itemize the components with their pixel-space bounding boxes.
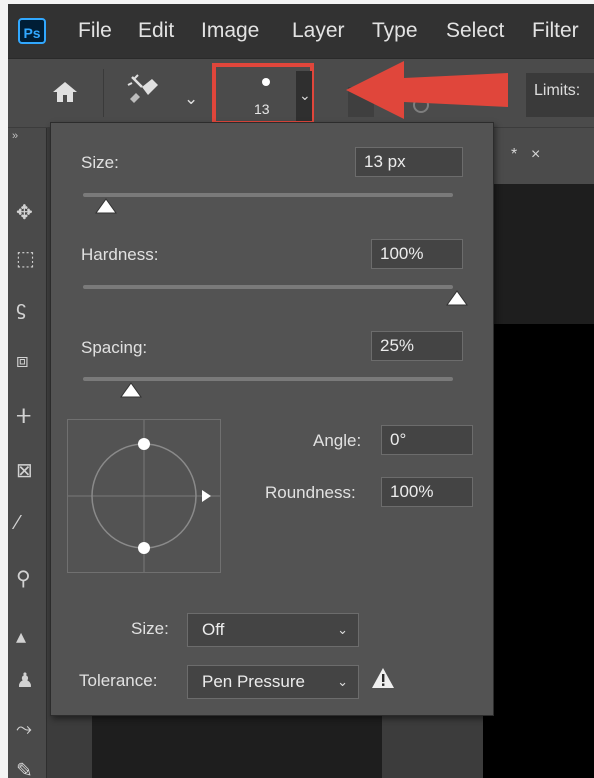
move-tool-icon[interactable]: ✥ — [16, 200, 33, 225]
roundness-label: Roundness: — [265, 483, 356, 502]
menu-select[interactable]: Select — [446, 19, 504, 43]
tools-panel: » ✥ ⬚ ϛ ⧈ ⵜ ⊠ ⁄ ⚲ ▴ ♟ ⤳ ✎ — [8, 128, 47, 778]
angle-label: Angle: — [313, 431, 362, 450]
eyedropper-tool-icon[interactable]: ⁄ — [16, 512, 19, 535]
hardness-slider-track[interactable] — [83, 285, 453, 289]
warning-icon[interactable] — [371, 667, 395, 694]
limits-label: Limits: — [534, 82, 581, 99]
photoshop-logo-icon: Ps — [18, 18, 46, 44]
brush-tip-shape-dial[interactable] — [67, 419, 221, 573]
brush-tool-icon[interactable] — [126, 73, 166, 116]
photoshop-window: Ps File Edit Image Layer Type Select Fil… — [8, 4, 594, 778]
preset-dropdown-toggle[interactable]: ⌄ — [296, 71, 312, 121]
brush-preset-picker[interactable]: 13 ⌄ — [212, 63, 314, 125]
chevron-down-icon: ⌄ — [299, 87, 311, 103]
size-field[interactable]: 13 px — [355, 147, 463, 177]
collapse-panel-icon[interactable]: » — [12, 130, 18, 142]
tolerance-select[interactable]: Pen Pressure ⌄ — [187, 665, 359, 699]
brush-tip-preview — [262, 78, 270, 86]
menu-image[interactable]: Image — [201, 19, 259, 43]
spacing-label: Spacing: — [81, 338, 148, 357]
hardness-field[interactable]: 100% — [371, 239, 463, 269]
brush-settings-panel: Size: 13 px Hardness: 100% Spacing: 25% — [50, 122, 494, 716]
roundness-field[interactable]: 100% — [381, 477, 473, 507]
document-tab[interactable]: * × — [483, 128, 594, 184]
crop-tool-icon[interactable]: ⵜ — [16, 404, 31, 429]
close-icon[interactable]: × — [531, 146, 540, 164]
canvas-pasteboard[interactable] — [483, 184, 594, 324]
menu-file[interactable]: File — [78, 19, 112, 43]
canvas-pasteboard-lower[interactable] — [92, 716, 382, 778]
spacing-slider-track[interactable] — [83, 377, 453, 381]
marquee-tool-icon[interactable]: ⬚ — [16, 246, 35, 271]
annotation-arrow — [342, 57, 512, 128]
canvas[interactable] — [483, 324, 594, 778]
size-slider-track[interactable] — [83, 193, 453, 197]
tab-modified-marker: * — [511, 146, 518, 163]
angle-field[interactable]: 0° — [381, 425, 473, 455]
size-control-label: Size: — [131, 619, 169, 638]
healing-tool-icon[interactable]: ⚲ — [16, 566, 31, 591]
chevron-down-icon: ⌄ — [337, 622, 348, 637]
size-label: Size: — [81, 153, 119, 172]
toolbar-divider — [103, 69, 104, 117]
spacing-field[interactable]: 25% — [371, 331, 463, 361]
menu-layer[interactable]: Layer — [292, 19, 345, 43]
stamp-tool-icon[interactable]: ♟ — [16, 668, 34, 693]
chevron-down-icon: ⌄ — [337, 674, 348, 689]
menu-type[interactable]: Type — [372, 19, 418, 43]
eraser-tool-icon[interactable]: ✎ — [16, 758, 33, 778]
home-icon[interactable] — [52, 81, 78, 108]
lasso-tool-icon[interactable]: ϛ — [16, 298, 26, 321]
menu-bar: Ps File Edit Image Layer Type Select Fil… — [8, 4, 594, 59]
brush-size-readout: 13 — [254, 101, 270, 117]
chevron-down-icon[interactable]: ⌄ — [184, 89, 198, 109]
hardness-label: Hardness: — [81, 245, 159, 264]
brush-icon[interactable]: ▴ — [16, 624, 26, 649]
size-control-value: Off — [202, 620, 225, 639]
tolerance-value: Pen Pressure — [202, 672, 305, 691]
object-select-tool-icon[interactable]: ⧈ — [16, 350, 29, 373]
tolerance-label: Tolerance: — [79, 671, 158, 690]
menu-edit[interactable]: Edit — [138, 19, 174, 43]
frame-tool-icon[interactable]: ⊠ — [16, 458, 33, 483]
history-brush-tool-icon[interactable]: ⤳ — [16, 718, 32, 741]
size-control-select[interactable]: Off ⌄ — [187, 613, 359, 647]
menu-filter[interactable]: Filter — [532, 19, 579, 43]
